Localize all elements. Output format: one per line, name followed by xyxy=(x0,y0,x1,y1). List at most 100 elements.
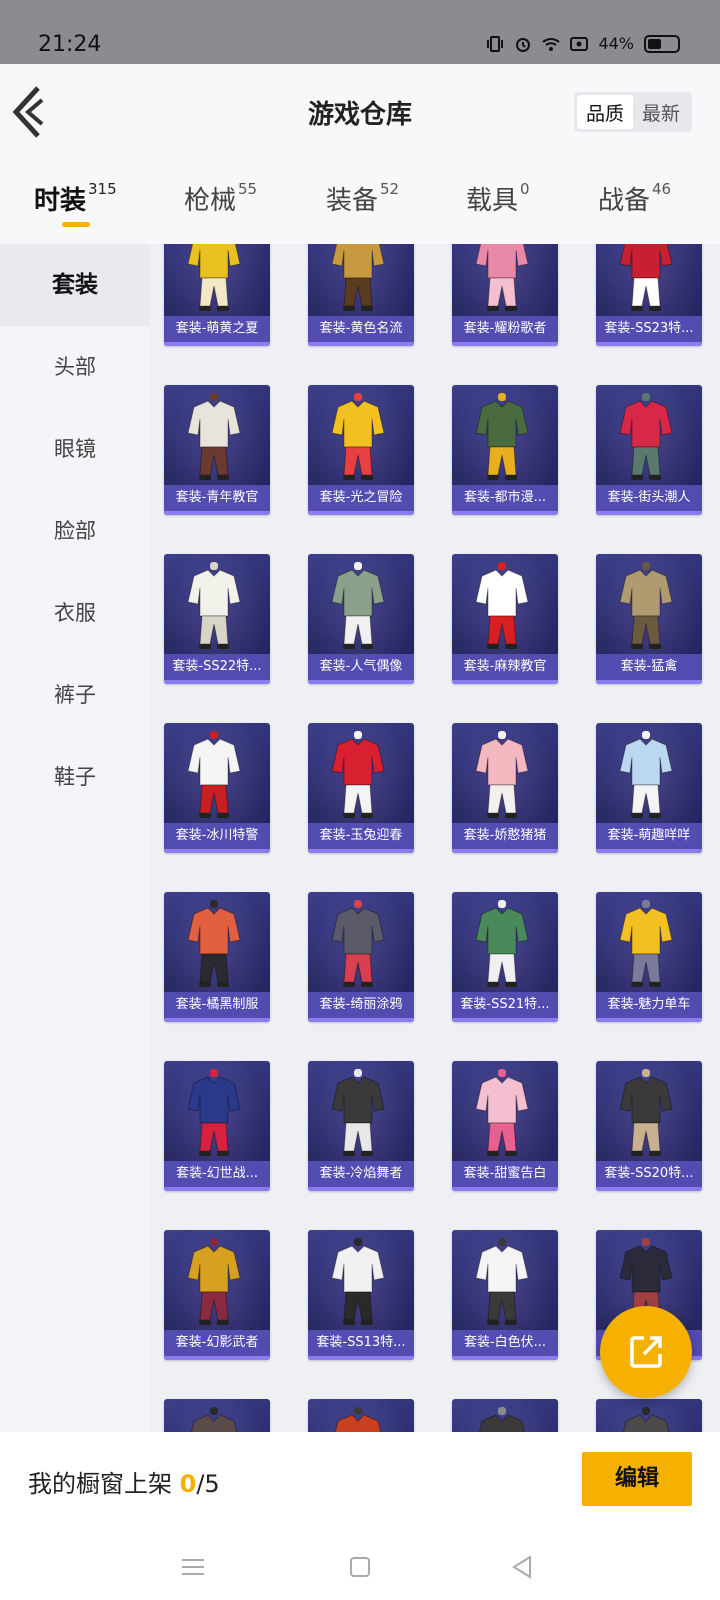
tab-gear[interactable]: 装备 52 xyxy=(326,180,399,217)
item-card[interactable] xyxy=(452,1399,558,1432)
quality-bar xyxy=(596,849,702,853)
home-icon[interactable] xyxy=(345,1552,375,1582)
outfit-image xyxy=(331,731,385,818)
item-card[interactable]: 套装-麻辣教官 xyxy=(452,554,558,684)
item-card[interactable]: 套装-SS20特... xyxy=(596,1061,702,1191)
item-name: 套装-冷焰舞者 xyxy=(308,1161,414,1187)
item-name: 套装-人气偶像 xyxy=(308,654,414,680)
sidebar-item-shoes[interactable]: 鞋子 xyxy=(0,736,150,818)
item-card[interactable]: 套装-白色伏... xyxy=(452,1230,558,1360)
item-name: 套装-冰川特警 xyxy=(164,823,270,849)
item-card[interactable]: 套装-娇憨猪猪 xyxy=(452,723,558,853)
item-card[interactable]: 套装-萌趣咩咩 xyxy=(596,723,702,853)
outfit-image xyxy=(331,562,385,649)
item-name: 套装-萌黄之夏 xyxy=(164,316,270,342)
tab-label: 装备 xyxy=(326,186,379,216)
quality-bar xyxy=(164,1356,270,1360)
tab-label: 时装 xyxy=(34,186,87,216)
sidebar-item-set[interactable]: 套装 xyxy=(0,244,150,326)
item-card[interactable]: 套装-光之冒险 xyxy=(308,385,414,515)
item-card[interactable]: 套装-青年教官 xyxy=(164,385,270,515)
item-card[interactable]: 套装-绮丽涂鸦 xyxy=(308,892,414,1022)
item-card[interactable]: 套装-SS13特... xyxy=(308,1230,414,1360)
tab-guns[interactable]: 枪械 55 xyxy=(184,180,257,217)
item-card[interactable]: 套装-都市漫... xyxy=(452,385,558,515)
item-card[interactable]: 套装-橘黑制服 xyxy=(164,892,270,1022)
share-fab-button[interactable] xyxy=(600,1306,692,1398)
item-name: 套装-光之冒险 xyxy=(308,485,414,511)
item-card[interactable]: 套装-人气偶像 xyxy=(308,554,414,684)
sort-toggle: 品质 最新 xyxy=(573,92,692,132)
outfit-image xyxy=(619,562,673,649)
outfit-image xyxy=(187,1069,241,1156)
item-name: 套装-幻世战... xyxy=(164,1161,270,1187)
quality-bar xyxy=(596,680,702,684)
quality-bar xyxy=(452,849,558,853)
item-card[interactable]: 套装-SS23特... xyxy=(596,244,702,346)
screen-record-icon xyxy=(570,36,589,51)
sidebar-item-clothes[interactable]: 衣服 xyxy=(0,572,150,654)
menu-icon[interactable] xyxy=(178,1552,208,1582)
bottom-bar: 我的橱窗上架 0/5 编辑 xyxy=(0,1432,720,1534)
item-card[interactable] xyxy=(308,1399,414,1432)
item-grid-scroll[interactable]: 套装-萌黄之夏 套装-黄色名流 套装-耀粉歌者 套装-SS23特... 套装-青年教官套… xyxy=(150,244,720,1432)
sort-newest-option[interactable]: 最新 xyxy=(633,95,689,129)
sort-quality-option[interactable]: 品质 xyxy=(576,95,633,129)
item-card[interactable]: 套装-黄色名流 xyxy=(308,244,414,346)
outfit-image xyxy=(187,393,241,480)
outfit-image xyxy=(475,900,529,987)
tab-fashion[interactable]: 时装 315 xyxy=(34,180,117,217)
quality-bar xyxy=(308,1356,414,1360)
item-name: 套装-娇憨猪猪 xyxy=(452,823,558,849)
sidebar-item-glasses[interactable]: 眼镜 xyxy=(0,408,150,490)
header: 游戏仓库 品质 最新 xyxy=(0,64,720,160)
back-nav-icon[interactable] xyxy=(508,1552,538,1582)
item-card[interactable]: 套装-耀粉歌者 xyxy=(452,244,558,346)
quality-bar xyxy=(596,511,702,515)
item-card[interactable]: 套装-街头潮人 xyxy=(596,385,702,515)
item-card[interactable]: 套装-冷焰舞者 xyxy=(308,1061,414,1191)
tab-battle-prep[interactable]: 战备 46 xyxy=(598,180,671,217)
item-card[interactable]: 套装-魅力单车 xyxy=(596,892,702,1022)
quality-bar xyxy=(308,849,414,853)
item-name: 套装-萌趣咩咩 xyxy=(596,823,702,849)
quality-bar xyxy=(452,342,558,346)
outfit-image xyxy=(187,562,241,649)
sidebar-item-face[interactable]: 脸部 xyxy=(0,490,150,572)
item-card[interactable]: 套装-幻世战... xyxy=(164,1061,270,1191)
item-name: 套装-猛禽 xyxy=(596,654,702,680)
quality-bar xyxy=(452,680,558,684)
sidebar-item-head[interactable]: 头部 xyxy=(0,326,150,408)
item-name: 套装-幻影武者 xyxy=(164,1330,270,1356)
quality-bar xyxy=(308,1187,414,1191)
outfit-image xyxy=(475,244,529,311)
item-card[interactable] xyxy=(596,1399,702,1432)
quality-bar xyxy=(452,1187,558,1191)
item-card[interactable]: 套装-冰川特警 xyxy=(164,723,270,853)
item-card[interactable] xyxy=(164,1399,270,1432)
quality-bar xyxy=(308,680,414,684)
outfit-image xyxy=(478,1407,526,1432)
status-time: 21:24 xyxy=(38,32,102,57)
sidebar-item-pants[interactable]: 裤子 xyxy=(0,654,150,736)
vibrate-icon xyxy=(487,35,504,52)
active-tab-indicator xyxy=(62,222,90,227)
item-name: 套装-麻辣教官 xyxy=(452,654,558,680)
item-name: 套装-都市漫... xyxy=(452,485,558,511)
item-name: 套装-耀粉歌者 xyxy=(452,316,558,342)
item-card[interactable]: 套装-猛禽 xyxy=(596,554,702,684)
edit-button[interactable]: 编辑 xyxy=(582,1452,692,1506)
item-card[interactable]: 套装-甜蜜告白 xyxy=(452,1061,558,1191)
category-tabs: 时装 315 枪械 55 装备 52 载具 0 战备 46 xyxy=(0,160,720,244)
item-card[interactable]: 套装-SS22特... xyxy=(164,554,270,684)
item-card[interactable]: 套装-萌黄之夏 xyxy=(164,244,270,346)
tab-vehicles[interactable]: 载具 0 xyxy=(466,180,530,217)
item-name: 套装-绮丽涂鸦 xyxy=(308,992,414,1018)
quality-bar xyxy=(596,1018,702,1022)
quality-bar xyxy=(164,342,270,346)
item-card[interactable]: 套装-幻影武者 xyxy=(164,1230,270,1360)
quality-bar xyxy=(164,1187,270,1191)
outfit-image xyxy=(475,1069,529,1156)
item-card[interactable]: 套装-SS21特... xyxy=(452,892,558,1022)
item-card[interactable]: 套装-玉兔迎春 xyxy=(308,723,414,853)
